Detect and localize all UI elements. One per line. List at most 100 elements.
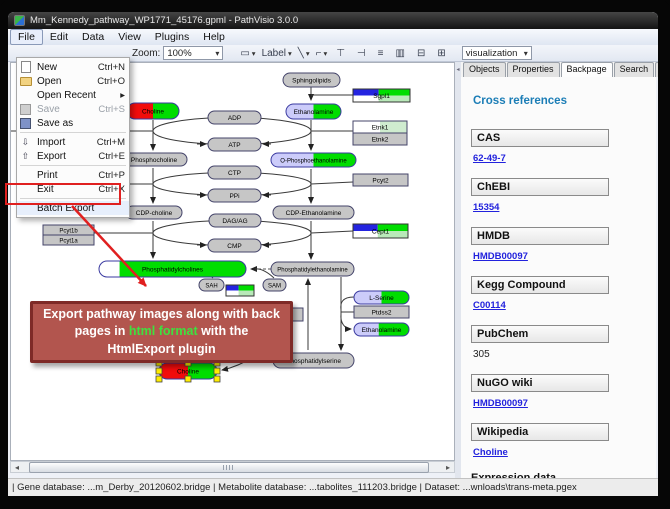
node-cmp[interactable]: CMP: [208, 239, 261, 252]
menu-separator: [20, 198, 126, 199]
xref-link[interactable]: 15354: [473, 202, 499, 213]
scrollbar-thumb[interactable]: [29, 462, 429, 473]
side-panel: Objects Properties Backpage Search Legen…: [461, 62, 656, 478]
line-icon: ╲: [298, 48, 304, 59]
scroll-left-icon[interactable]: ◂: [11, 463, 23, 472]
menu-plugins[interactable]: Plugins: [148, 30, 196, 44]
node-ethanolamine-top[interactable]: Ethanolamine: [286, 104, 341, 119]
node-cdp-ethanolamine[interactable]: CDP-Ethanolamine: [273, 206, 354, 219]
connector-button[interactable]: ⌐ ▾: [316, 48, 328, 59]
chevron-down-icon[interactable]: ▾: [288, 49, 292, 58]
stack-vertical-button[interactable]: ⊟: [417, 48, 425, 59]
node-pcyt1a[interactable]: Pcyt1a: [43, 235, 94, 245]
xref-link[interactable]: C00114: [473, 300, 506, 311]
selection-handle[interactable]: [214, 376, 220, 382]
edge[interactable]: [311, 182, 353, 184]
node-phosphatidylcholines[interactable]: Phosphatidylcholines: [99, 261, 246, 277]
node-label: CTP: [228, 170, 241, 177]
common-size-button[interactable]: ▥: [395, 48, 404, 59]
chevron-down-icon[interactable]: ▾: [323, 49, 327, 58]
line-button[interactable]: ╲ ▾: [298, 48, 310, 59]
node-o-phosphoethanolamine[interactable]: O-Phosphoethanolamine: [271, 153, 356, 167]
edge[interactable]: [341, 314, 351, 329]
menu-item-import[interactable]: ⇩ Import Ctrl+M: [17, 135, 129, 149]
menu-item-save[interactable]: Save Ctrl+S: [17, 102, 129, 116]
node-etnk2[interactable]: Etnk2: [353, 133, 407, 145]
xref-link[interactable]: 62-49-7: [473, 153, 506, 164]
menu-file[interactable]: File: [10, 29, 43, 45]
node-sam[interactable]: SAM: [263, 279, 286, 291]
menu-view[interactable]: View: [111, 30, 148, 44]
tab-search[interactable]: Search: [614, 62, 655, 77]
tab-properties[interactable]: Properties: [507, 62, 560, 77]
node-sgpl1[interactable]: Sgpl1: [353, 89, 410, 102]
xref-link[interactable]: HMDB00097: [473, 398, 528, 409]
export-icon: ⇧: [19, 150, 32, 162]
menu-item-batch-export[interactable]: Batch Export: [17, 201, 129, 215]
stack-horizontal-button[interactable]: ⊞: [437, 48, 445, 59]
menu-item-open-recent[interactable]: Open Recent ▸: [17, 88, 129, 102]
menu-item-save-as[interactable]: Save as: [17, 116, 129, 130]
node-label: Sphingolipids: [292, 77, 331, 84]
node-phosphatidylethanolamine[interactable]: Phosphatidylethanolamine: [271, 262, 354, 276]
node-phosphocholine[interactable]: Phosphocholine: [121, 153, 187, 166]
node-dag-ag[interactable]: DAG/AG: [209, 214, 261, 227]
chevron-down-icon[interactable]: ▾: [306, 49, 310, 58]
selection-handle[interactable]: [185, 376, 191, 382]
node-label: SAH: [205, 283, 217, 289]
node-ptdss2[interactable]: Ptdss2: [354, 306, 409, 318]
selection-handle[interactable]: [156, 368, 162, 374]
xref-link[interactable]: Choline: [473, 447, 508, 458]
menu-item-open[interactable]: Open Ctrl+O: [17, 74, 129, 88]
xref-link[interactable]: HMDB00097: [473, 251, 528, 262]
node-choline-selected[interactable]: Choline: [156, 360, 220, 382]
node-cdp-choline[interactable]: CDP-choline: [126, 206, 182, 219]
selection-handle[interactable]: [214, 368, 220, 374]
splitter-collapse-icon[interactable]: ◂: [456, 67, 459, 73]
node-ctp[interactable]: CTP: [208, 166, 261, 179]
annotation-callout: Export pathway images along with back pa…: [30, 301, 293, 363]
tab-legend[interactable]: Legend: [655, 62, 658, 77]
node-ppi[interactable]: PPi: [208, 189, 261, 202]
node-etnk1[interactable]: Etnk1: [353, 121, 407, 133]
menu-item-print[interactable]: Print Ctrl+P: [17, 168, 129, 182]
menu-data[interactable]: Data: [75, 30, 111, 44]
tab-backpage[interactable]: Backpage: [561, 62, 613, 77]
menu-help[interactable]: Help: [196, 30, 232, 44]
node-pcyt1b[interactable]: Pcyt1b: [43, 225, 94, 235]
chevron-down-icon[interactable]: ▾: [215, 49, 219, 58]
node-pcyt2[interactable]: Pcyt2: [353, 174, 408, 186]
node-l-serine[interactable]: L-Serine: [354, 291, 409, 304]
node-pemt[interactable]: [226, 285, 254, 296]
title-bar[interactable]: Mm_Kennedy_pathway_WP1771_45176.gpml - P…: [8, 12, 658, 29]
menu-item-exit[interactable]: Exit Ctrl+X: [17, 182, 129, 196]
menu-edit[interactable]: Edit: [43, 30, 75, 44]
node-sphingolipids[interactable]: Sphingolipids: [283, 73, 340, 87]
chevron-down-icon[interactable]: ▾: [524, 49, 528, 58]
tab-objects[interactable]: Objects: [463, 62, 506, 77]
label-button[interactable]: Label ▾: [262, 48, 292, 59]
chevron-down-icon[interactable]: ▾: [252, 49, 256, 58]
align-middle-button[interactable]: ⊣: [357, 48, 366, 59]
selection-handle[interactable]: [156, 376, 162, 382]
distribute-button[interactable]: ≡: [378, 48, 384, 59]
scroll-right-icon[interactable]: ▸: [442, 463, 454, 472]
node-ethanolamine-btm[interactable]: Ethanolamine: [354, 323, 409, 336]
node-choline-top[interactable]: Choline: [127, 103, 179, 119]
xref-source-title: PubChem: [471, 325, 609, 343]
align-center-button[interactable]: ⊤: [336, 48, 345, 59]
zoom-combobox[interactable]: 100% ▾: [163, 46, 223, 60]
canvas-horizontal-scrollbar[interactable]: ◂ ▸: [10, 461, 455, 473]
node-cept1[interactable]: Cept1: [353, 224, 408, 238]
menu-item-export[interactable]: ⇧ Export Ctrl+E: [17, 149, 129, 163]
edge[interactable]: [311, 231, 353, 233]
visualization-combobox[interactable]: visualization ▾: [462, 46, 532, 60]
node-sah[interactable]: SAH: [199, 279, 224, 291]
new-datanode-button[interactable]: ▭ ▾: [240, 48, 255, 59]
edge[interactable]: [341, 297, 354, 310]
menu-item-new[interactable]: New Ctrl+N: [17, 60, 129, 74]
node-atp[interactable]: ATP: [208, 138, 261, 151]
node-adp[interactable]: ADP: [208, 111, 261, 124]
new-file-icon: [19, 61, 32, 73]
node-label: Etnk1: [372, 124, 389, 131]
